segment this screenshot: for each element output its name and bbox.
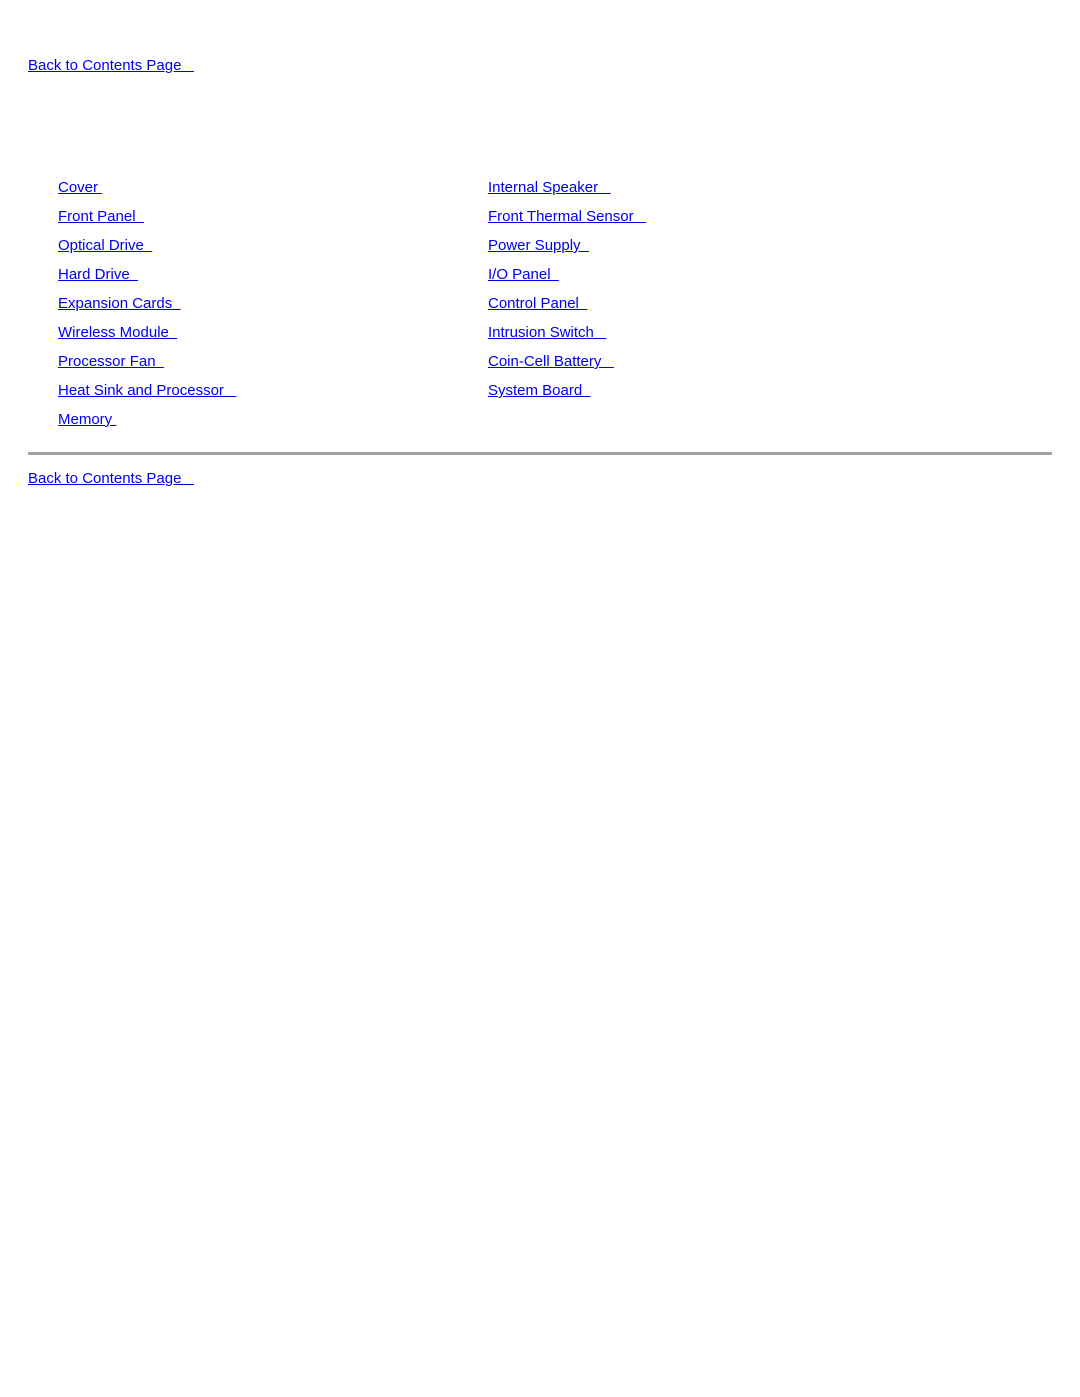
list-item: Hard Drive [58,267,236,296]
list-item: Control Panel [488,296,646,325]
list-item: System Board [488,383,646,412]
back-to-contents-link-top[interactable]: Back to Contents Page [28,58,194,73]
index-link-expansion-cards[interactable]: Expansion Cards [58,295,181,312]
index-link-wireless-module[interactable]: Wireless Module [58,324,177,341]
index-link-internal-speaker[interactable]: Internal Speaker [488,179,611,196]
index-link-front-thermal-sensor[interactable]: Front Thermal Sensor [488,208,646,225]
index-link-intrusion-switch[interactable]: Intrusion Switch [488,324,606,341]
list-item: I/O Panel [488,267,646,296]
index-link-system-board[interactable]: System Board [488,382,591,399]
index-link-processor-fan[interactable]: Processor Fan [58,353,164,370]
list-item: Internal Speaker [488,180,646,209]
list-item: Coin-Cell Battery [488,354,646,383]
index-link-power-supply[interactable]: Power Supply [488,237,589,254]
horizontal-divider [28,452,1052,455]
index-link-memory[interactable]: Memory [58,411,116,428]
back-to-contents-link-bottom[interactable]: Back to Contents Page [28,471,194,486]
index-link-io-panel[interactable]: I/O Panel [488,266,559,283]
list-item: Memory [58,412,236,441]
list-item: Intrusion Switch [488,325,646,354]
list-item: Front Thermal Sensor [488,209,646,238]
index-link-coin-cell-battery[interactable]: Coin-Cell Battery [488,353,614,370]
list-item: Cover [58,180,236,209]
list-item: Expansion Cards [58,296,236,325]
index-column-right: Internal Speaker Front Thermal Sensor Po… [488,180,646,412]
index-column-left: Cover Front Panel Optical Drive Hard Dri… [58,180,236,441]
index-link-optical-drive[interactable]: Optical Drive [58,237,152,254]
list-item: Heat Sink and Processor [58,383,236,412]
list-item: Power Supply [488,238,646,267]
list-item: Wireless Module [58,325,236,354]
list-item: Front Panel [58,209,236,238]
list-item: Optical Drive [58,238,236,267]
index-link-cover[interactable]: Cover [58,179,102,196]
index-link-hard-drive[interactable]: Hard Drive [58,266,138,283]
index-link-heat-sink-and-processor[interactable]: Heat Sink and Processor [58,382,236,399]
list-item: Processor Fan [58,354,236,383]
index-link-control-panel[interactable]: Control Panel [488,295,587,312]
index-link-front-panel[interactable]: Front Panel [58,208,144,225]
document-page: Back to Contents Page Cover Front Panel … [0,0,1080,1397]
